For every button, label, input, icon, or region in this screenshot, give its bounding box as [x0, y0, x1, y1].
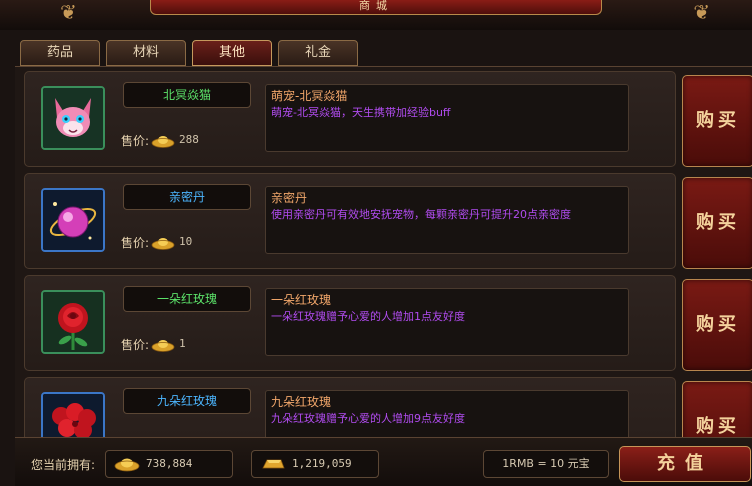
- item-desc-text: 萌宠-北冥焱猫，天生携带加经验buff: [271, 106, 451, 119]
- item-desc-title: 一朵红玫瑰: [271, 293, 332, 307]
- item-price: 1: [179, 337, 186, 350]
- buy-button[interactable]: 购买: [682, 279, 752, 371]
- tab-other[interactable]: 其他: [192, 40, 272, 66]
- owned-label: 您当前拥有:: [31, 458, 96, 472]
- window-title: 商城: [150, 0, 602, 15]
- gold-bar-icon: [262, 459, 285, 469]
- gold-ingot-icon: [151, 340, 175, 352]
- currency-footer: 您当前拥有: 738,884 1,219,059 1RMB = 10 元宝 充值: [15, 437, 752, 486]
- exchange-rate: 1RMB = 10 元宝: [483, 450, 609, 478]
- price-label: 售价:: [121, 338, 150, 352]
- price-label: 售价:: [121, 134, 150, 148]
- item-description-box: 亲密丹 使用亲密丹可有效地安抚宠物，每颗亲密丹可提升20点亲密度: [265, 186, 629, 254]
- cat-pet-icon: [43, 88, 103, 148]
- item-icon-frame[interactable]: [41, 86, 105, 150]
- ingot-balance: 738,884: [105, 450, 233, 478]
- tab-gift-money[interactable]: 礼金: [278, 40, 358, 66]
- gold-ingot-icon: [151, 136, 175, 148]
- item-desc-text: 九朵红玫瑰赠予心爱的人增加9点友好度: [271, 412, 465, 425]
- item-row: 亲密丹 售价: 10 亲密丹 使用亲密丹可有效地安抚宠物，每颗亲密丹可提升20点…: [24, 173, 676, 269]
- item-description-box: 九朵红玫瑰 九朵红玫瑰赠予心爱的人增加9点友好度: [265, 390, 629, 437]
- item-desc-title: 亲密丹: [271, 191, 308, 205]
- ingot-amount: 738,884: [146, 457, 193, 470]
- tab-materials[interactable]: 材料: [106, 40, 186, 66]
- item-price: 288: [179, 133, 199, 146]
- item-row: 北冥焱猫 售价: 288 萌宠-北冥焱猫 萌宠-北冥焱猫，天生携带加经验buff: [24, 71, 676, 167]
- gold-amount: 1,219,059: [292, 457, 352, 470]
- title-bar: ❦ 商城 ❦: [0, 0, 752, 30]
- item-description-box: 萌宠-北冥焱猫 萌宠-北冥焱猫，天生携带加经验buff: [265, 84, 629, 152]
- tab-medicine[interactable]: 药品: [20, 40, 100, 66]
- item-row: 九朵红玫瑰 九朵红玫瑰 九朵红玫瑰赠予心爱的人增加9点友好度: [24, 377, 676, 437]
- right-ornament: ❦: [693, 0, 710, 24]
- left-ornament: ❦: [60, 0, 77, 24]
- item-list-panel: 北冥焱猫 售价: 288 萌宠-北冥焱猫 萌宠-北冥焱猫，天生携带加经验buff: [15, 66, 752, 437]
- item-name: 北冥焱猫: [123, 82, 251, 108]
- rose-icon: [43, 292, 103, 352]
- item-icon-frame[interactable]: [41, 188, 105, 252]
- buy-button[interactable]: 购买: [682, 177, 752, 269]
- item-row: 一朵红玫瑰 售价: 1 一朵红玫瑰 一朵红玫瑰赠予心爱的人增加1点友好度: [24, 275, 676, 371]
- item-desc-text: 使用亲密丹可有效地安抚宠物，每颗亲密丹可提升20点亲密度: [271, 208, 571, 221]
- item-desc-title: 九朵红玫瑰: [271, 395, 332, 409]
- gold-ingot-icon: [114, 458, 140, 472]
- item-icon-frame[interactable]: [41, 290, 105, 354]
- item-desc-title: 萌宠-北冥焱猫: [271, 89, 348, 103]
- gold-ingot-icon: [151, 238, 175, 250]
- recharge-button[interactable]: 充值: [619, 446, 751, 482]
- gold-balance: 1,219,059: [251, 450, 379, 478]
- price-label: 售价:: [121, 236, 150, 250]
- buy-button[interactable]: 购买: [682, 75, 752, 167]
- item-name: 亲密丹: [123, 184, 251, 210]
- item-price: 10: [179, 235, 193, 248]
- pink-orb-icon: [43, 190, 103, 250]
- item-description-box: 一朵红玫瑰 一朵红玫瑰赠予心爱的人增加1点友好度: [265, 288, 629, 356]
- item-name: 一朵红玫瑰: [123, 286, 251, 312]
- rose-bouquet-icon: [43, 394, 103, 437]
- item-desc-text: 一朵红玫瑰赠予心爱的人增加1点友好度: [271, 310, 465, 323]
- item-icon-frame[interactable]: [41, 392, 105, 437]
- buy-button[interactable]: 购买: [682, 381, 752, 437]
- item-name: 九朵红玫瑰: [123, 388, 251, 414]
